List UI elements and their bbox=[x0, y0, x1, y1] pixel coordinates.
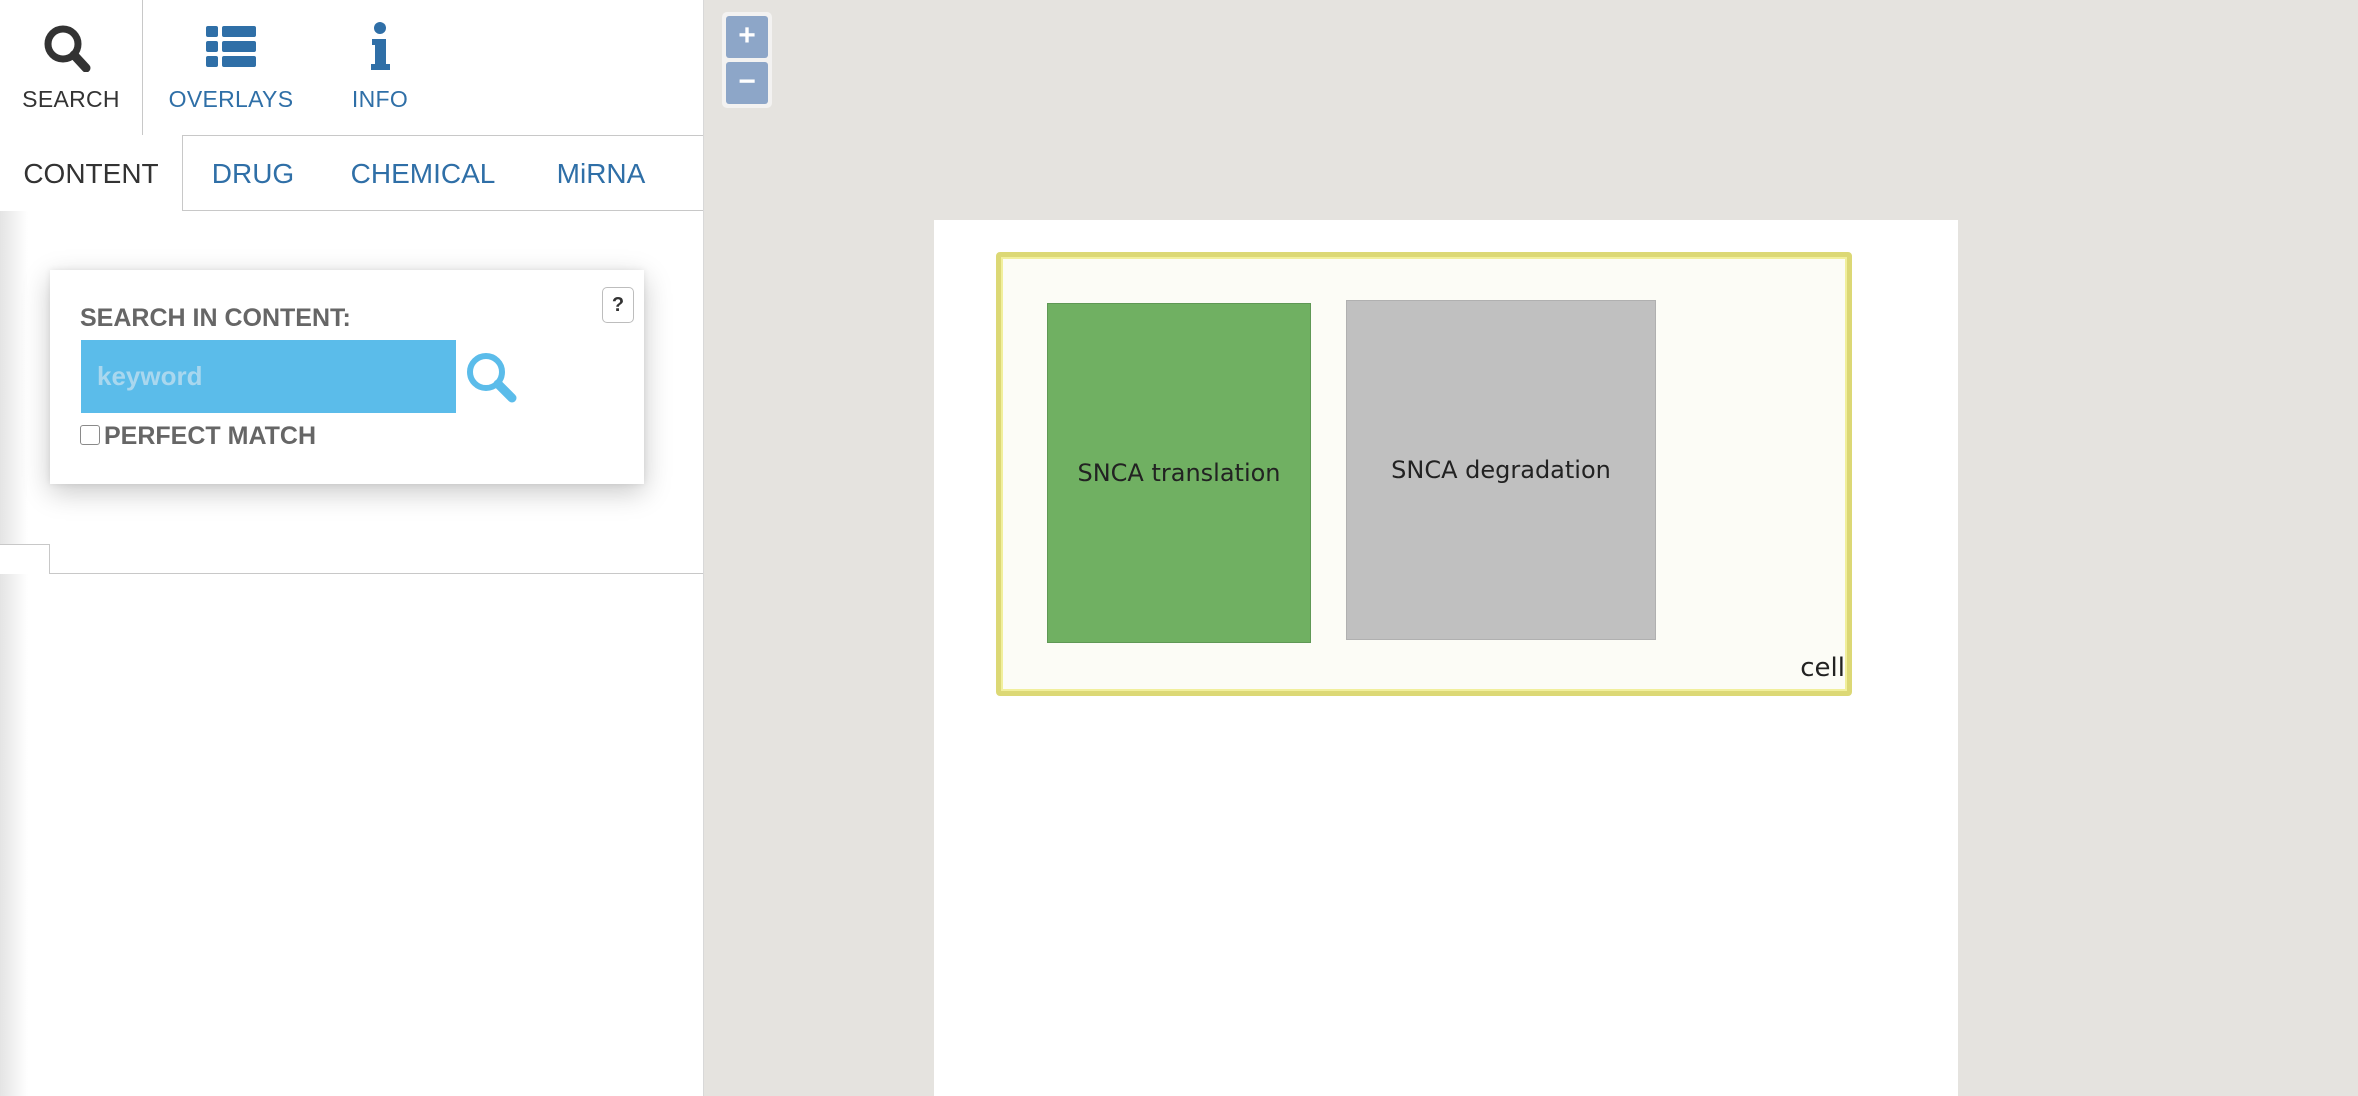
tab-search[interactable]: SEARCH bbox=[0, 0, 143, 136]
search-button[interactable] bbox=[462, 348, 522, 408]
compartment-label: cell bbox=[1800, 653, 1845, 683]
zoom-out-button[interactable]: − bbox=[726, 62, 768, 104]
help-button[interactable]: ? bbox=[602, 287, 634, 323]
compartment-cell[interactable]: SNCA translation SNCA degradation cell bbox=[996, 252, 1852, 696]
process-snca-translation[interactable]: SNCA translation bbox=[1047, 303, 1311, 643]
divider bbox=[50, 573, 703, 574]
tab-info[interactable]: INFO bbox=[330, 0, 430, 135]
process-label: SNCA degradation bbox=[1391, 456, 1611, 484]
results-tab[interactable] bbox=[0, 544, 50, 574]
search-panel: SEARCH IN CONTENT: ? PERFECT MATCH bbox=[50, 270, 644, 484]
tab-overlays[interactable]: OVERLAYS bbox=[160, 0, 302, 135]
tab-overlays-label: OVERLAYS bbox=[168, 86, 294, 112]
tab-info-label: INFO bbox=[351, 86, 409, 112]
process-snca-degradation[interactable]: SNCA degradation bbox=[1346, 300, 1656, 640]
map-canvas[interactable]: SNCA translation SNCA degradation cell bbox=[934, 220, 1958, 1096]
main-tab-bar: SEARCH OVERLAYS INFO bbox=[0, 0, 703, 136]
search-icon bbox=[467, 353, 517, 403]
zoom-control: + − bbox=[722, 12, 772, 108]
left-panel: SEARCH OVERLAYS INFO CONTENT DRUG CHEMIC… bbox=[0, 0, 704, 1096]
info-icon bbox=[330, 22, 430, 72]
tab-content[interactable]: CONTENT bbox=[0, 135, 183, 211]
zoom-in-button[interactable]: + bbox=[726, 16, 768, 58]
tab-drug[interactable]: DRUG bbox=[200, 135, 306, 210]
tab-search-label: SEARCH bbox=[22, 86, 120, 112]
search-icon bbox=[0, 22, 142, 73]
tab-chemical[interactable]: CHEMICAL bbox=[340, 135, 506, 210]
tab-mirna[interactable]: MiRNA bbox=[540, 135, 662, 210]
perfect-match-label[interactable]: PERFECT MATCH bbox=[104, 422, 316, 451]
search-type-tab-bar: CONTENT DRUG CHEMICAL MiRNA bbox=[0, 135, 703, 211]
list-icon bbox=[160, 22, 302, 72]
perfect-match-checkbox[interactable] bbox=[80, 425, 100, 445]
search-input[interactable] bbox=[81, 340, 456, 413]
results-tab-strip bbox=[0, 544, 703, 574]
panel-shade bbox=[0, 210, 28, 1096]
search-title: SEARCH IN CONTENT: bbox=[80, 304, 351, 332]
process-label: SNCA translation bbox=[1077, 459, 1281, 487]
